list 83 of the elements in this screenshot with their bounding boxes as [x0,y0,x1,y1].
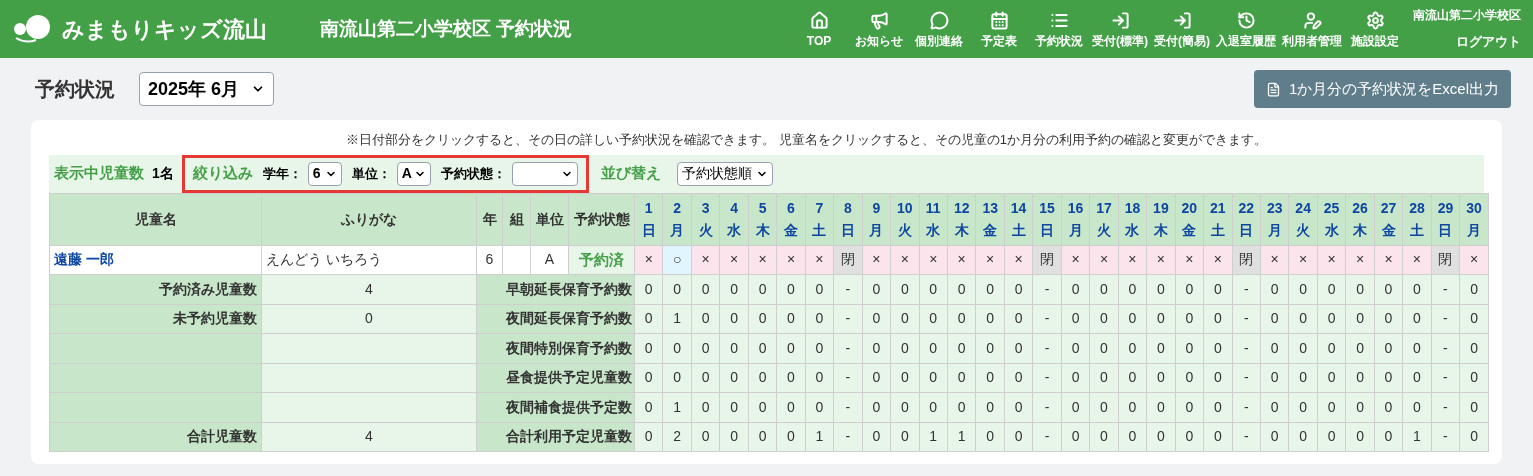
table-cell: えんどう いちろう [261,245,477,275]
count-label: 表示中児童数 [54,163,144,184]
date-header[interactable]: 12 木 [947,193,976,245]
column-header: 予約状態 [568,193,635,245]
date-header[interactable]: 7 土 [805,193,834,245]
date-header[interactable]: 8 日 [833,193,863,245]
date-header[interactable]: 3 火 [691,193,720,245]
date-header[interactable]: 22 日 [1232,193,1261,245]
list-icon [1049,11,1069,30]
summary-label: 昼食提供予定児童数 [476,363,635,393]
status-select[interactable] [511,161,578,186]
date-header[interactable]: 29 日 [1431,193,1460,245]
grade-label: 学年： [262,164,302,183]
date-header[interactable]: 20 金 [1175,193,1204,245]
sign-in-icon [1172,11,1192,30]
home-icon [809,11,829,30]
month-select[interactable]: 2025年 6月 [139,72,275,106]
status-label: 予約状態： [440,164,506,183]
grade-select[interactable]: 6 [307,161,342,186]
date-header[interactable]: 17 火 [1089,193,1119,245]
instruction-text: ※日付部分をクリックすると、その日の詳しい予約状況を確認できます。 児童名をクリックすると、その児童の1か月分の利用予約の確認と変更ができます。 [345,131,1268,149]
date-header[interactable]: 13 金 [975,193,1005,245]
summary-label: 合計利用予定児童数 [476,422,635,452]
sort-label: 並び替え [600,163,661,184]
calendar-icon [989,11,1009,30]
summary-label: 夜間延長保育予約数 [476,304,635,334]
sign-in-icon [1110,11,1130,30]
date-header[interactable]: 9 月 [862,193,891,245]
summary-label: 早朝延長保育予約数 [476,274,635,304]
date-header[interactable]: 6 金 [776,193,806,245]
column-header: 年 [476,193,503,245]
date-header[interactable]: 15 日 [1032,193,1062,245]
megaphone-icon [869,11,889,30]
summary-label: 未予約児童数 [49,304,262,334]
document-icon [1265,81,1281,97]
column-header: 組 [502,193,531,245]
school-name: 南流山第二小学校区 [1413,7,1521,25]
column-header: 単位 [530,193,569,245]
date-header[interactable]: 26 木 [1345,193,1375,245]
date-header[interactable]: 27 金 [1374,193,1403,245]
table-cell: 6 [476,245,503,275]
summary-value: 4 [261,422,477,452]
date-header[interactable]: 16 月 [1061,193,1090,245]
date-header[interactable]: 23 月 [1260,193,1289,245]
date-header[interactable]: 11 水 [919,193,948,245]
column-header: 児童名 [49,193,262,245]
date-header[interactable]: 10 火 [890,193,920,245]
filter-label: 絞り込み [192,163,253,184]
date-header[interactable]: 1 日 [634,193,663,245]
date-header[interactable]: 4 水 [719,193,749,245]
date-header[interactable]: 2 月 [662,193,692,245]
gear-icon [1365,11,1385,30]
child-name-link[interactable]: 遠藤 一郎 [49,245,262,275]
summary-label: 夜間補食提供予定数 [476,392,635,422]
date-header[interactable]: 30 月 [1459,193,1489,245]
table-cell: A [530,245,569,275]
section-title: 予約状況 [35,77,115,102]
column-header: ふりがな [261,193,477,245]
summary-value: 4 [261,274,477,304]
table-cell [502,245,531,275]
excel-export-button[interactable]: 1か月分の予約状況をExcel出力 [1253,70,1511,108]
sort-select[interactable]: 予約状態順 [676,161,773,186]
status-cell: 予約済 [568,245,635,275]
unit-label: 単位： [351,164,391,183]
summary-label: 予約済み児童数 [49,274,262,304]
summary-label: 夜間特別保育予約数 [476,333,635,363]
date-header[interactable]: 5 木 [748,193,777,245]
page-heading: 南流山第二小学校区 予約状況 [320,16,573,41]
summary-label: 合計児童数 [49,422,262,452]
logo-text: みまもりキッズ流山 [62,15,267,44]
date-header[interactable]: 28 土 [1402,193,1432,245]
date-header[interactable]: 18 水 [1118,193,1147,245]
speech-bubble-icon [929,11,949,30]
date-header[interactable]: 14 土 [1004,193,1033,245]
count-value: 1名 [152,164,174,183]
user-edit-icon [1302,11,1322,30]
date-header[interactable]: 24 火 [1288,193,1318,245]
date-header[interactable]: 25 水 [1317,193,1346,245]
history-icon [1236,11,1256,30]
date-header[interactable]: 19 木 [1146,193,1176,245]
date-header[interactable]: 21 土 [1203,193,1232,245]
unit-select[interactable]: A [396,161,431,186]
summary-value: 0 [261,304,477,334]
